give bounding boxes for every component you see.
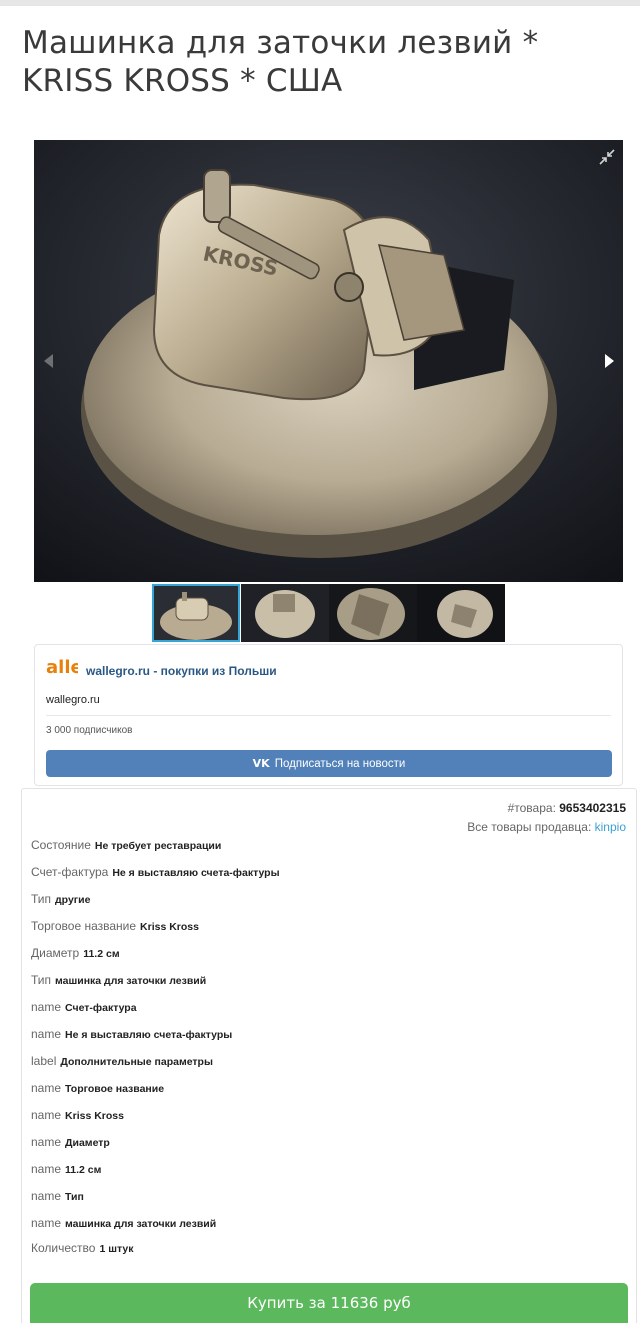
buy-button[interactable]: Купить за 11636 руб (30, 1283, 628, 1323)
property-row: name машинка для заточки лезвий (31, 1216, 216, 1230)
property-value: Не я выставляю счета-фактуры (112, 867, 280, 879)
property-name: Тип (31, 892, 52, 906)
property-row: name Тип (31, 1189, 84, 1203)
property-row: Счет-фактура Не я выставляю счета-фактуры (31, 865, 280, 879)
group-avatar[interactable]: alle (46, 658, 78, 683)
property-value: Дополнительные параметры (60, 1056, 213, 1068)
item-number-label: #товара: (507, 801, 556, 815)
subscriber-count: 3 000 подписчиков (46, 725, 133, 736)
property-value: машинка для заточки лезвий (55, 975, 207, 987)
property-name: Диаметр (31, 946, 80, 960)
group-logo-text: alle (46, 658, 78, 678)
photo-image: KROSS (34, 140, 623, 582)
property-row: label Дополнительные параметры (31, 1054, 213, 1068)
property-name: name (31, 1189, 62, 1203)
property-name: name (31, 1000, 62, 1014)
property-name: Тип (31, 973, 52, 987)
product-photo[interactable]: KROSS (34, 140, 623, 582)
subscribe-label: Подписаться на новости (274, 758, 406, 770)
property-name: name (31, 1135, 62, 1149)
prev-arrow-icon[interactable] (38, 350, 60, 372)
property-name: name (31, 1108, 62, 1122)
property-value: Торговое название (65, 1083, 165, 1095)
seller-link[interactable]: kinpio (595, 820, 626, 834)
product-title: Машинка для заточки лезвий * KRISS KROSS… (22, 25, 539, 99)
property-name: Счет-фактура (31, 865, 109, 879)
subscribe-button[interactable]: VK Подписаться на новости (46, 750, 612, 777)
property-row: name Счет-фактура (31, 1000, 137, 1014)
thumbnail-2[interactable] (241, 584, 329, 642)
group-name-link[interactable]: wallegro.ru - покупки из Польши (86, 664, 277, 678)
property-row: name Диаметр (31, 1135, 110, 1149)
thumbnail-4[interactable] (417, 584, 505, 642)
property-row: name Kriss Kross (31, 1108, 124, 1122)
property-row: name Не я выставляю счета-фактуры (31, 1027, 232, 1041)
property-row: Диаметр 11.2 см (31, 946, 120, 960)
property-name: name (31, 1081, 62, 1095)
property-value: Тип (65, 1191, 84, 1203)
property-value: машинка для заточки лезвий (65, 1218, 217, 1230)
item-number-value: 9653402315 (559, 801, 626, 815)
property-name: name (31, 1027, 62, 1041)
vk-group-widget: alle wallegro.ru - покупки из Польши wal… (34, 644, 623, 786)
property-row: Торговое название Kriss Kross (31, 919, 199, 933)
property-value: Не я выставляю счета-фактуры (65, 1029, 233, 1041)
property-row: Количество 1 штук (31, 1241, 133, 1255)
property-row: Тип машинка для заточки лезвий (31, 973, 206, 987)
property-name: name (31, 1216, 62, 1230)
property-name: Состояние (31, 838, 91, 852)
group-domain: wallegro.ru (46, 694, 100, 706)
expand-icon[interactable] (598, 148, 616, 166)
seller-row: Все товары продавца: kinpio (467, 820, 626, 834)
item-number: #товара: 9653402315 (508, 801, 626, 815)
property-value: Не требует реставрации (94, 840, 222, 852)
divider (46, 715, 611, 716)
property-name: name (31, 1162, 62, 1176)
property-value: Диаметр (65, 1137, 110, 1149)
property-row: Состояние Не требует реставрации (31, 838, 221, 852)
property-value: Kriss Kross (140, 921, 199, 933)
vk-icon: VK (252, 757, 270, 770)
top-bar (0, 0, 640, 6)
next-arrow-icon[interactable] (598, 350, 620, 372)
property-value: 11.2 см (83, 948, 120, 960)
property-row: name Торговое название (31, 1081, 164, 1095)
product-details-card: #товара: 9653402315 Все товары продавца:… (21, 788, 637, 1323)
property-row: name 11.2 см (31, 1162, 101, 1176)
property-name: Количество (31, 1241, 96, 1255)
thumbnail-1[interactable] (152, 584, 240, 642)
property-value: другие (55, 894, 91, 906)
property-value: Kriss Kross (65, 1110, 124, 1122)
property-row: Тип другие (31, 892, 90, 906)
property-value: 1 штук (99, 1243, 134, 1255)
property-value: Счет-фактура (65, 1002, 137, 1014)
thumbnail-3[interactable] (329, 584, 417, 642)
property-name: Торговое название (31, 919, 137, 933)
seller-label: Все товары продавца: (467, 820, 592, 834)
property-name: label (31, 1054, 57, 1068)
property-value: 11.2 см (65, 1164, 102, 1176)
